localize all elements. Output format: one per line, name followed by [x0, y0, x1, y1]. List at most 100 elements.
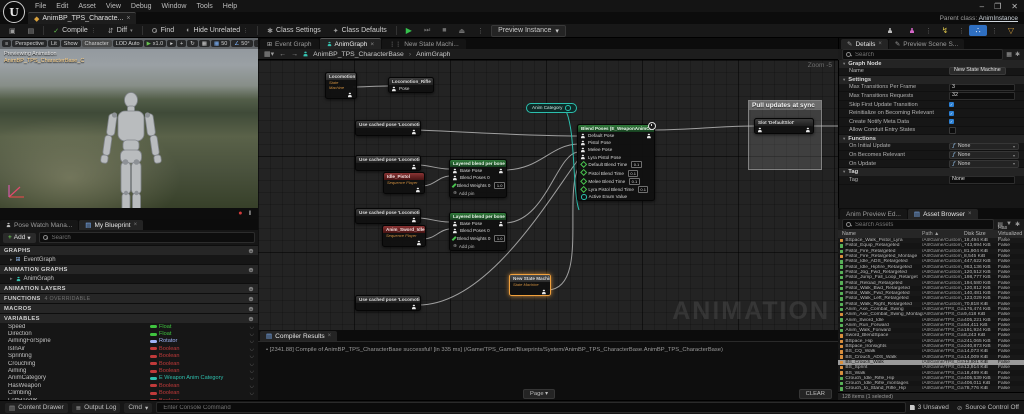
record-icon[interactable]: ● — [238, 210, 242, 217]
function-binding-dropdown[interactable]: ƒNone▾ — [949, 160, 1019, 168]
content-drawer-button[interactable]: ▤ Content Drawer — [5, 403, 68, 413]
add-pin-button[interactable]: ⊕Add pin — [450, 243, 506, 250]
options-dots-icon[interactable]: ⋮ — [958, 27, 965, 35]
variable-row[interactable]: AimingForSpineRotator◡ — [0, 338, 258, 345]
tag-value[interactable]: None — [949, 176, 1015, 184]
menu-asset[interactable]: Asset — [73, 3, 101, 10]
pose-pin-icon[interactable] — [581, 133, 585, 138]
browse-button[interactable]: ▤ — [23, 26, 40, 36]
parent-class-link[interactable]: AnimInstance — [979, 15, 1018, 22]
item-anim-graph[interactable]: ▸ AnimGraph — [0, 274, 258, 283]
tab-asset-browser[interactable]: ▤ Asset Browser × — [908, 209, 978, 219]
add-animation-graph-icon[interactable]: ⊕ — [248, 266, 254, 274]
asset-search[interactable] — [842, 219, 994, 230]
menu-debug[interactable]: Debug — [126, 3, 157, 10]
node-use-cached-pose-2[interactable]: Use cached pose 'Locomotion_Rifle' — [355, 155, 421, 171]
node-new-state-machine[interactable]: New State Machine State Machine — [509, 274, 551, 296]
pin-value[interactable]: 0.1 — [629, 178, 640, 185]
options-dots-icon[interactable]: ⋮ — [925, 27, 932, 35]
debug-preview-button[interactable]: ▽ — [1002, 25, 1020, 36]
close-tab-icon[interactable]: × — [126, 15, 130, 22]
node-idle-pistol[interactable]: Idle_Pistol Sequence Player — [383, 172, 425, 194]
category-tag[interactable]: Tag — [839, 168, 1024, 176]
add-function-icon[interactable]: ⊕ — [248, 295, 254, 303]
item-event-graph[interactable]: ▸ ⊞ EventGraph — [0, 255, 258, 264]
close-button[interactable]: ✕ — [1011, 2, 1018, 11]
float-pin-icon[interactable] — [580, 186, 588, 194]
tab-new-state-machine[interactable]: ⋮⋮ New State Machi... — [382, 39, 466, 49]
pose-out-pin-icon[interactable] — [412, 217, 416, 222]
pose-out-pin-icon[interactable] — [412, 164, 416, 169]
pin-value[interactable]: 0.1 — [631, 161, 642, 168]
source-control-button[interactable]: ⊘ Source Control Off — [957, 404, 1019, 412]
category-graph-node[interactable]: Graph Node — [839, 60, 1024, 68]
checkbox[interactable] — [949, 127, 956, 134]
menu-tools[interactable]: Tools — [191, 3, 217, 10]
variable-row[interactable]: IsInAirBoolean◡ — [0, 345, 258, 352]
compile-button[interactable]: ✓ Compile ⋮ — [48, 26, 101, 36]
diff-button[interactable]: ⇵ Diff ▾ — [103, 26, 138, 36]
menu-edit[interactable]: Edit — [51, 3, 73, 10]
scale-tool-icon[interactable]: ▦ — [199, 40, 210, 47]
section-graphs[interactable]: GRAPHS ⊕ — [0, 245, 258, 255]
move-tool-icon[interactable]: + — [177, 40, 186, 47]
pause-icon[interactable]: ‖ — [249, 211, 252, 217]
search-input[interactable] — [52, 235, 251, 241]
close-icon[interactable]: × — [370, 41, 374, 48]
section-macros[interactable]: MACROS ⊕ — [0, 303, 258, 313]
add-variable-icon[interactable]: ⊕ — [248, 315, 254, 323]
variable-visibility-icon[interactable]: ◡ — [242, 324, 254, 330]
add-graph-icon[interactable]: ⊕ — [248, 247, 254, 255]
comment-node[interactable]: Pull updates at sync — [748, 100, 822, 170]
debug-skeleton-button[interactable] — [881, 25, 899, 36]
pose-pin-icon[interactable] — [581, 141, 585, 146]
variable-visibility-icon[interactable]: ◡ — [242, 383, 254, 389]
pose-out-pin-icon[interactable] — [499, 168, 503, 173]
minimize-button[interactable]: – — [980, 2, 984, 11]
base-pose-pin-icon[interactable] — [453, 168, 457, 173]
pose-pin-icon[interactable] — [758, 127, 762, 132]
pose-pin-icon[interactable] — [581, 148, 585, 153]
variable-row[interactable]: DirectionFloat◡ — [0, 330, 258, 337]
output-log-button[interactable]: ≣ Output Log — [72, 403, 121, 413]
variable-row[interactable]: AnimCategoryE Weapon Anim Category◡ — [0, 375, 258, 382]
clear-button[interactable]: CLEAR — [799, 389, 832, 399]
section-functions[interactable]: FUNCTIONS 4 OVERRIDABLE ⊕ — [0, 293, 258, 303]
hide-unrelated-button[interactable]: ◐ Hide Unrelated ⋮ — [181, 26, 253, 35]
function-binding-dropdown[interactable]: ƒNone▾ — [949, 151, 1019, 159]
variable-row[interactable]: HasWeaponBoolean◡ — [0, 382, 258, 389]
pose-out-pin-icon[interactable] — [647, 133, 651, 138]
lod-dropdown[interactable]: LOD Auto — [113, 40, 143, 47]
hide-unrelated-options-icon[interactable]: ⋮ — [243, 28, 248, 34]
tab-anim-graph[interactable]: AnimGraph × — [320, 38, 382, 49]
variable-visibility-icon[interactable]: ◡ — [242, 331, 254, 337]
anim-graph-canvas[interactable]: Zoom -5 Pull updates at sync — [258, 60, 838, 330]
pose-pin-icon[interactable] — [392, 86, 396, 91]
variable-visibility-icon[interactable]: ◡ — [242, 390, 254, 396]
node-save-cached-pose[interactable]: Locomotion_Rifle Pose — [388, 77, 434, 93]
favorites-icon[interactable]: ▦ — [1006, 51, 1012, 58]
options-dots-icon[interactable]: ⋮ — [991, 27, 998, 35]
checkbox[interactable]: ✓ — [949, 111, 954, 116]
tab-preview-scene-settings[interactable]: ✎ Preview Scene S... — [889, 39, 964, 49]
column-disk-size[interactable]: Disk Size — [964, 231, 998, 237]
variable-visibility-icon[interactable]: ◡ — [242, 368, 254, 374]
node-use-cached-pose-3[interactable]: Use cached pose 'Locomotion_Rifle' — [355, 208, 421, 224]
variable-row[interactable]: ClimbingBoolean◡ — [0, 390, 258, 397]
tab-compiler-results[interactable]: ▤ Compiler Results × — [260, 331, 337, 341]
pose-pin-icon[interactable] — [581, 155, 585, 160]
unsaved-button[interactable]: 3 Unsaved — [910, 404, 949, 411]
save-button[interactable]: ▣ — [4, 26, 21, 36]
compile-options-icon[interactable]: ⋮ — [91, 28, 96, 34]
variable-visibility-icon[interactable]: ◡ — [242, 353, 254, 359]
viewport-menu-icon[interactable]: ≡ — [2, 40, 11, 47]
variable-visibility-icon[interactable]: ◡ — [242, 361, 254, 367]
expander-icon[interactable]: ▸ — [10, 257, 13, 263]
column-name[interactable]: Name — [838, 231, 922, 237]
pose-out-pin-icon[interactable] — [542, 289, 546, 294]
number-field[interactable]: 32 — [949, 92, 1015, 100]
character-dropdown[interactable]: Character — [82, 40, 112, 47]
node-slot-default[interactable]: Slot 'DefaultSlot' — [754, 118, 814, 134]
pose-out-pin-icon[interactable] — [412, 129, 416, 134]
add-animation-layer-icon[interactable]: ⊕ — [248, 285, 254, 293]
